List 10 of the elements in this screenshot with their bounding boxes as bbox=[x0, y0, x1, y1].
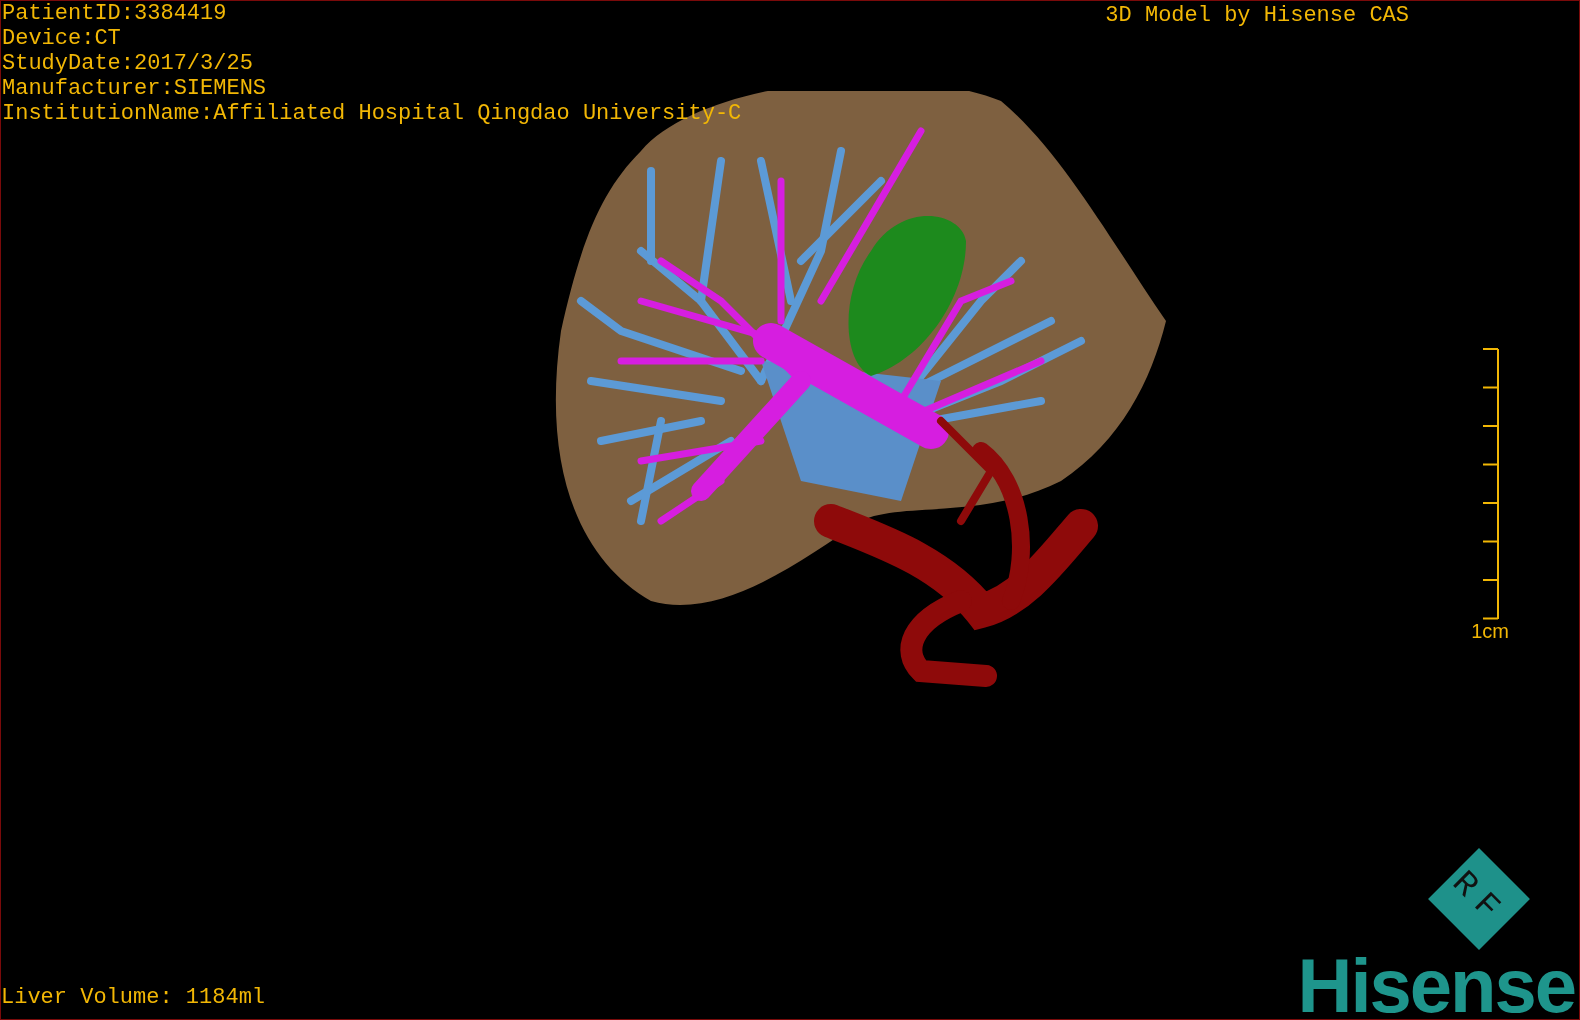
patient-info-text: Device:CT bbox=[2, 26, 122, 51]
patient-info-text: StudyDate:2017/3/25 bbox=[2, 51, 254, 76]
patient-info-text: InstitutionName:Affiliated Hospital Qingdao University-C bbox=[2, 101, 742, 126]
liver-volume-text: Liver Volume: 1184ml bbox=[1, 985, 266, 1011]
logo-wordmark: Hisense bbox=[1297, 953, 1575, 1019]
scale-bar-label: 1cm bbox=[1471, 619, 1509, 642]
model-title: 3D Model by Hisense CAS bbox=[1105, 2, 1409, 30]
patient-info-text: PatientID:3384419 bbox=[2, 1, 228, 26]
logo-badge: RF bbox=[1428, 848, 1530, 950]
patient-info-text: Manufacturer:SIEMENS bbox=[2, 76, 268, 101]
